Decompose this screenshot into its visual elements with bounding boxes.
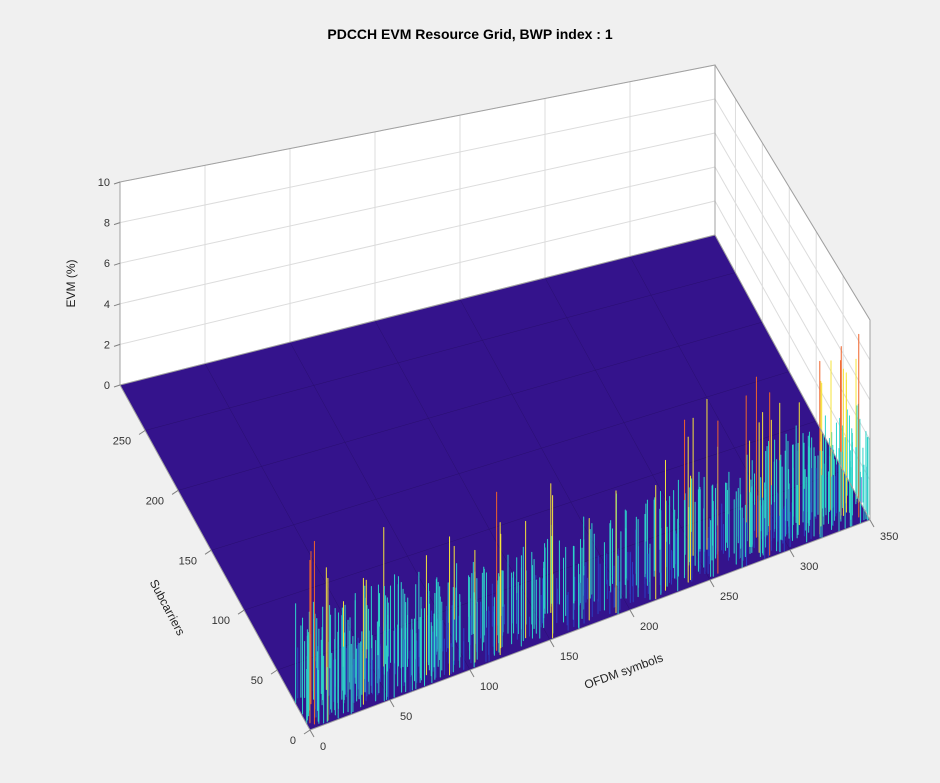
axes-3d[interactable]: 0 50 100 150 200 250 300 350 0 50 100 150 200 250 0 2… (0, 0, 940, 783)
svg-text:150: 150 (560, 651, 578, 663)
z-axis-ticks: 0 2 4 6 8 10 (98, 177, 120, 392)
x-axis-label: OFDM symbols (582, 651, 664, 692)
svg-text:100: 100 (212, 615, 230, 627)
svg-text:250: 250 (113, 436, 131, 448)
matlab-figure: { "title": "PDCCH EVM Resource Grid, BWP… (0, 0, 940, 783)
svg-text:2: 2 (104, 339, 110, 351)
y-axis-label: Subcarriers (147, 577, 188, 638)
svg-text:50: 50 (251, 675, 263, 687)
svg-text:0: 0 (320, 741, 326, 753)
svg-text:350: 350 (880, 531, 898, 543)
svg-text:200: 200 (640, 621, 658, 633)
svg-text:10: 10 (98, 177, 110, 189)
svg-text:4: 4 (104, 299, 110, 311)
svg-text:8: 8 (104, 218, 110, 230)
svg-text:250: 250 (720, 591, 738, 603)
svg-text:300: 300 (800, 561, 818, 573)
svg-text:0: 0 (290, 735, 296, 747)
svg-text:100: 100 (480, 681, 498, 693)
svg-text:50: 50 (400, 711, 412, 723)
svg-text:150: 150 (179, 555, 197, 567)
z-axis-label: EVM (%) (64, 259, 78, 307)
svg-text:0: 0 (104, 380, 110, 392)
svg-text:6: 6 (104, 258, 110, 270)
svg-text:200: 200 (146, 495, 164, 507)
